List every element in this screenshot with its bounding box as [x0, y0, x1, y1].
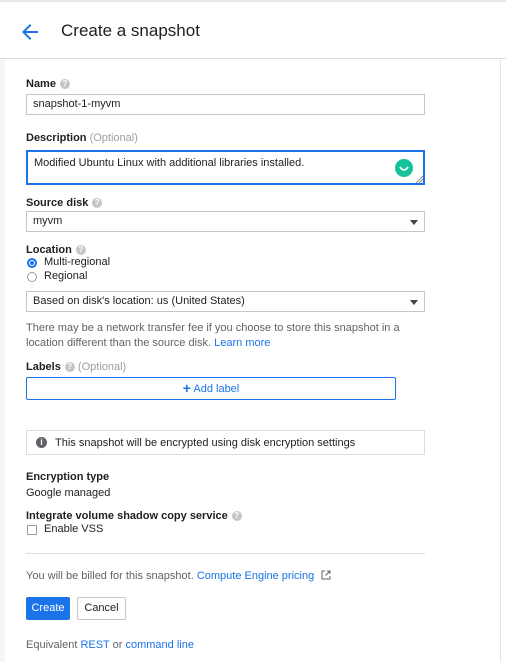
command-line-link[interactable]: command line: [125, 639, 193, 651]
info-icon: i: [36, 437, 47, 448]
left-edge: [0, 58, 5, 662]
divider: [26, 553, 425, 554]
description-label: Description (Optional): [26, 132, 138, 144]
learn-more-link[interactable]: Learn more: [214, 337, 270, 349]
rest-link[interactable]: REST: [80, 639, 109, 651]
description-textarea[interactable]: Modified Ubuntu Linux with additional li…: [26, 150, 425, 185]
location-label: Location?: [26, 244, 86, 256]
plus-icon: +: [182, 380, 191, 396]
labels-label: Labels? (Optional): [26, 361, 127, 373]
radio-multi-regional-label: Multi-regional: [44, 256, 111, 268]
location-select[interactable]: Based on disk's location: us (United Sta…: [26, 291, 425, 312]
help-icon[interactable]: ?: [75, 245, 86, 256]
help-icon[interactable]: ?: [59, 79, 70, 90]
external-link-icon[interactable]: [321, 570, 331, 580]
help-icon[interactable]: ?: [64, 362, 75, 373]
equivalent-footer: Equivalent REST or command line: [26, 639, 194, 651]
dropdown-arrow-icon: [410, 220, 418, 225]
encryption-info-text: This snapshot will be encrypted using di…: [55, 437, 356, 449]
source-disk-label: Source disk?: [26, 197, 103, 209]
description-value: Modified Ubuntu Linux with additional li…: [34, 157, 305, 169]
name-input[interactable]: snapshot-1-myvm: [26, 94, 425, 115]
billing-note: You will be billed for this snapshot. Co…: [26, 570, 331, 582]
create-button[interactable]: Create: [26, 597, 70, 620]
source-disk-select[interactable]: myvm: [26, 211, 425, 232]
right-edge: [500, 2, 501, 662]
help-icon[interactable]: ?: [92, 198, 103, 209]
name-label: Name?: [26, 78, 70, 90]
resize-handle-icon[interactable]: [416, 176, 423, 183]
encryption-type-label: Encryption type: [26, 471, 110, 483]
radio-regional[interactable]: [27, 272, 37, 282]
vss-label: Integrate volume shadow copy service?: [26, 510, 242, 522]
back-arrow-icon[interactable]: [18, 20, 42, 44]
location-note: There may be a network transfer fee if y…: [26, 322, 400, 349]
add-label-button[interactable]: + Add label: [26, 377, 396, 400]
dropdown-arrow-icon: [410, 300, 418, 305]
location-select-value: Based on disk's location: us (United Sta…: [33, 295, 245, 307]
header-divider: [0, 58, 506, 59]
encryption-type-value: Google managed: [26, 487, 111, 499]
enable-vss-checkbox[interactable]: [27, 525, 37, 535]
encryption-info-banner: i This snapshot will be encrypted using …: [26, 430, 425, 455]
help-icon[interactable]: ?: [231, 511, 242, 522]
source-disk-value: myvm: [33, 215, 63, 227]
radio-regional-label: Regional: [44, 270, 88, 282]
pricing-link[interactable]: Compute Engine pricing: [197, 570, 314, 582]
grammarly-icon[interactable]: [395, 159, 413, 177]
radio-multi-regional[interactable]: [27, 258, 37, 268]
page-header: Create a snapshot: [0, 2, 506, 58]
enable-vss-label: Enable VSS: [44, 523, 104, 535]
cancel-button[interactable]: Cancel: [77, 597, 126, 620]
page-title: Create a snapshot: [61, 21, 200, 40]
